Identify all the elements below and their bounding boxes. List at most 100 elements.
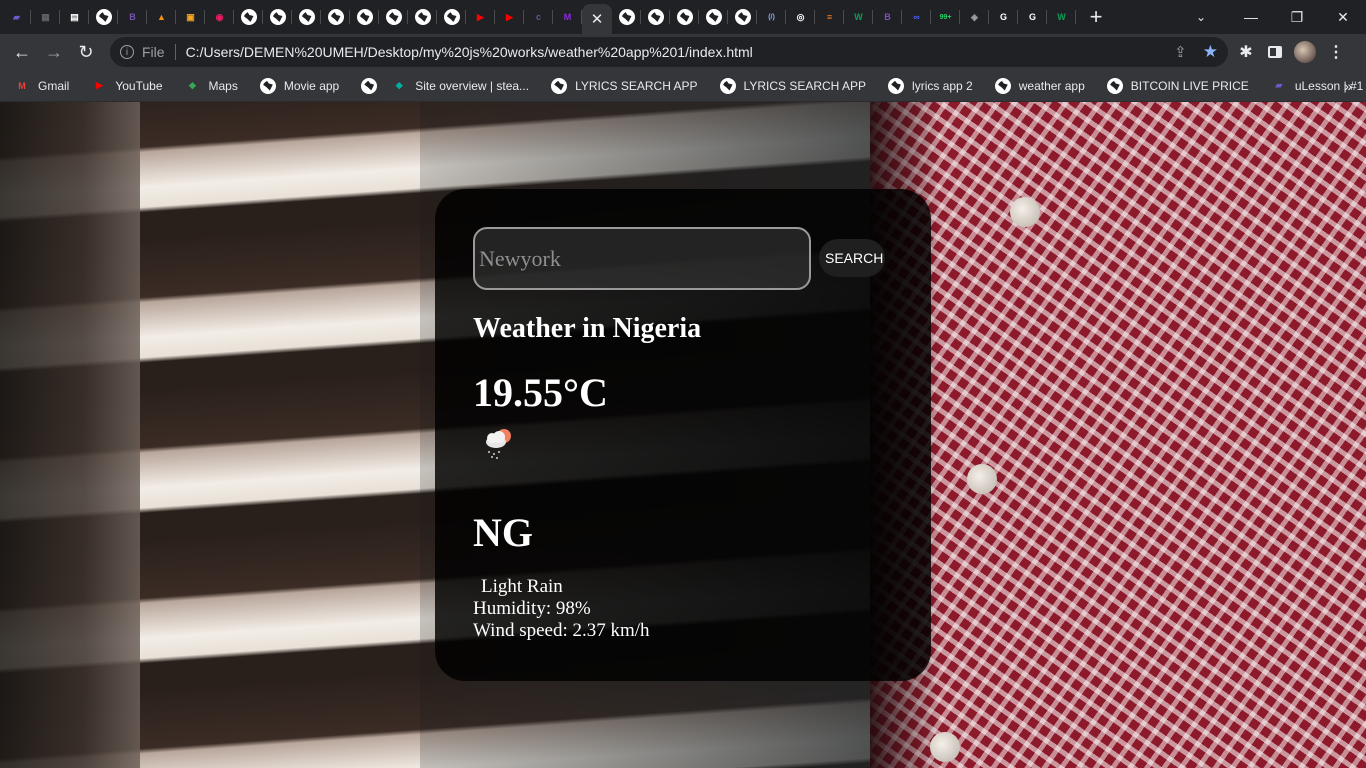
browser-tab[interactable]: ◈ <box>960 0 989 34</box>
browser-tab[interactable]: ≡ <box>815 0 844 34</box>
info-icon[interactable]: i <box>120 45 134 59</box>
browser-tab[interactable]: c <box>524 0 553 34</box>
browser-tab[interactable] <box>641 0 670 34</box>
menu-icon[interactable]: ⋮ <box>1328 42 1344 62</box>
browser-tab[interactable]: ▤ <box>60 0 89 34</box>
bookmark-star-icon[interactable]: ★ <box>1203 42 1218 62</box>
browser-tab[interactable]: ◎ <box>786 0 815 34</box>
globe-icon <box>647 9 664 25</box>
bookmark-item[interactable]: M Gmail <box>0 73 77 99</box>
url-text[interactable]: C:/Users/DEMEN%20UMEH/Desktop/my%20js%20… <box>186 44 753 60</box>
tab-list-right: (/) ◎ ≡ W B ∞ 99+ ◈ G G W <box>612 0 1076 34</box>
whatsapp-icon: 99+ <box>939 13 952 21</box>
triangle-icon: ▲ <box>157 12 166 22</box>
forward-button[interactable]: → <box>38 36 70 68</box>
webflow-icon: ▤ <box>70 11 79 22</box>
browser-tab[interactable]: ▲ <box>147 0 176 34</box>
bookmark-item[interactable]: LYRICS SEARCH APP <box>537 73 705 99</box>
browser-tab[interactable]: M <box>553 0 582 34</box>
browser-tab[interactable]: W <box>844 0 873 34</box>
ulesson-icon: ▰ <box>1275 80 1283 90</box>
share-icon[interactable]: ⇪ <box>1174 43 1187 61</box>
bookmark-item[interactable]: LYRICS SEARCH APP <box>706 73 874 99</box>
avatar[interactable] <box>1294 41 1316 63</box>
tab-search-button[interactable]: ⌄ <box>1196 0 1216 34</box>
browser-tab[interactable]: ▦ <box>31 0 60 34</box>
restore-button[interactable]: ❐ <box>1274 9 1320 26</box>
close-window-button[interactable]: ✕ <box>1320 9 1366 26</box>
browser-tab[interactable] <box>612 0 641 34</box>
toolbar-right: ✱ ⋮ <box>1236 34 1344 70</box>
temperature: 19.55°C <box>473 370 608 415</box>
browser-tab[interactable] <box>263 0 292 34</box>
divider <box>174 44 176 60</box>
bookmark-label: LYRICS SEARCH APP <box>743 78 867 93</box>
browser-tab[interactable] <box>234 0 263 34</box>
extensions-icon[interactable]: ✱ <box>1236 42 1256 62</box>
bookmark-item[interactable]: ◆ Site overview | stea... <box>377 73 537 99</box>
active-tab[interactable]: ✕ <box>582 4 612 34</box>
layers-icon: ◈ <box>971 11 978 22</box>
browser-tab[interactable]: ▶ <box>495 0 524 34</box>
globe-icon <box>618 9 635 25</box>
search-input[interactable] <box>473 227 811 290</box>
browser-tab[interactable] <box>728 0 757 34</box>
minimize-button[interactable]: — <box>1228 9 1274 25</box>
browser-tab[interactable]: G <box>1018 0 1047 34</box>
reload-button[interactable]: ↻ <box>70 36 102 68</box>
browser-tab[interactable]: ◉ <box>205 0 234 34</box>
browser-tab[interactable]: ▣ <box>176 0 205 34</box>
browser-tab[interactable]: ∞ <box>902 0 931 34</box>
globe-icon <box>298 9 315 25</box>
browser-tab[interactable]: ▰ <box>2 0 31 34</box>
browser-tab[interactable] <box>670 0 699 34</box>
bookmark-item[interactable]: ◆ Maps <box>171 73 246 99</box>
new-tab-button[interactable]: + <box>1076 4 1116 30</box>
bookmark-item[interactable] <box>347 73 378 99</box>
browser-tab[interactable]: (/) <box>757 0 786 34</box>
search-button[interactable]: SEARCH <box>819 239 885 277</box>
description-text: Light Rain <box>481 576 563 597</box>
bookmark-item[interactable]: BITCOIN LIVE PRICE <box>1093 73 1257 99</box>
bookmark-label: weather app <box>1018 78 1085 93</box>
maps-icon: ◆ <box>189 80 196 90</box>
country-code: NG <box>473 510 533 555</box>
browser-tab[interactable] <box>699 0 728 34</box>
browser-tab[interactable] <box>292 0 321 34</box>
globe-icon <box>888 77 905 94</box>
shirt-button <box>1010 197 1040 227</box>
globe-icon <box>327 9 344 25</box>
back-button[interactable]: ← <box>6 36 38 68</box>
browser-tab[interactable]: 99+ <box>931 0 960 34</box>
more-bookmarks-icon[interactable]: » <box>1344 78 1352 94</box>
browser-tab[interactable] <box>379 0 408 34</box>
bookmark-label: uLesson | #1 Learni... <box>1294 78 1366 93</box>
browser-tab[interactable]: ▶ <box>466 0 495 34</box>
browser-tab[interactable]: G <box>989 0 1018 34</box>
browser-tab[interactable]: B <box>873 0 902 34</box>
bookmark-item[interactable]: lyrics app 2 <box>874 73 981 99</box>
shirt-button <box>967 464 997 494</box>
browser-tab[interactable] <box>89 0 118 34</box>
weather-description: Light Rain <box>473 576 563 598</box>
browser-tab[interactable]: B <box>118 0 147 34</box>
globe-icon <box>994 77 1011 94</box>
globe-icon <box>676 9 693 25</box>
browser-tab[interactable]: W <box>1047 0 1076 34</box>
bookmark-item[interactable]: weather app <box>981 73 1093 99</box>
browser-tab[interactable] <box>321 0 350 34</box>
browser-tab[interactable] <box>437 0 466 34</box>
browser-toolbar: ← → ↻ i File C:/Users/DEMEN%20UMEH/Deskt… <box>0 34 1366 70</box>
chevron-down-icon: ⌄ <box>1196 10 1207 24</box>
background-shirt <box>870 102 1366 768</box>
side-panel-icon[interactable] <box>1268 46 1282 58</box>
bookmark-item[interactable]: ▶ YouTube <box>77 73 170 99</box>
globe-icon <box>269 9 286 25</box>
browser-tab[interactable] <box>350 0 379 34</box>
browser-tab[interactable] <box>408 0 437 34</box>
address-bar[interactable]: i File C:/Users/DEMEN%20UMEH/Desktop/my%… <box>110 37 1228 67</box>
wind-speed: Wind speed: 2.37 km/h <box>473 620 650 641</box>
app-icon: ▣ <box>186 11 195 22</box>
close-tab-icon[interactable]: ✕ <box>591 10 604 28</box>
bookmark-item[interactable]: Movie app <box>246 73 347 99</box>
